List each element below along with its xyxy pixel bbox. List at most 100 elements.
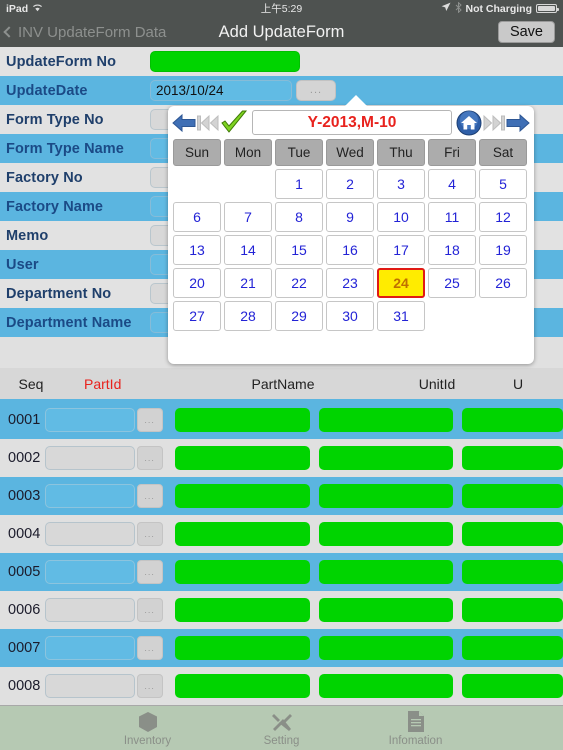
calendar-day-cell[interactable]: 15 bbox=[275, 235, 323, 265]
calendar-day-cell[interactable]: 26 bbox=[479, 268, 527, 298]
cell-part-id-picker-button[interactable]: ... bbox=[136, 522, 163, 546]
calendar-day-cell[interactable]: 6 bbox=[173, 202, 221, 232]
cell-unit-id-input[interactable] bbox=[319, 674, 454, 698]
cell-unit-id-input[interactable] bbox=[319, 484, 454, 508]
calendar-day-cell[interactable]: 24 bbox=[377, 268, 425, 298]
cell-part-id-input[interactable] bbox=[44, 522, 135, 546]
tab-setting[interactable]: Setting bbox=[236, 710, 328, 747]
calendar-day-cell[interactable]: 27 bbox=[173, 301, 221, 331]
calendar-day-cell[interactable]: 20 bbox=[173, 268, 221, 298]
blue-right-arrow-icon[interactable] bbox=[506, 112, 530, 134]
calendar-day-cell[interactable]: 3 bbox=[377, 169, 425, 199]
calendar-day-cell[interactable]: 12 bbox=[479, 202, 527, 232]
calendar-day-cell[interactable]: 28 bbox=[224, 301, 272, 331]
calendar-day-cell[interactable]: 11 bbox=[428, 202, 476, 232]
form-field-picker-button[interactable]: ... bbox=[296, 80, 336, 101]
tab-label: Infomation bbox=[388, 734, 443, 747]
calendar-day-cell[interactable]: 23 bbox=[326, 268, 374, 298]
cell-part-id-picker-button[interactable]: ... bbox=[136, 560, 163, 584]
cell-part-id-input[interactable] bbox=[44, 446, 135, 470]
cell-seq: 0002 bbox=[8, 450, 41, 466]
double-right-arrow-icon[interactable] bbox=[483, 113, 505, 133]
calendar-day-cell[interactable]: 29 bbox=[275, 301, 323, 331]
save-button[interactable]: Save bbox=[497, 21, 555, 43]
cell-part-id-picker-button[interactable]: ... bbox=[136, 598, 163, 622]
cell-unit-id-input[interactable] bbox=[319, 598, 454, 622]
calendar-day-cell[interactable]: 8 bbox=[275, 202, 323, 232]
blue-left-arrow-icon[interactable] bbox=[172, 112, 196, 134]
calendar-day-cell[interactable]: 18 bbox=[428, 235, 476, 265]
cell-extra-input[interactable] bbox=[462, 598, 563, 622]
cell-part-id-picker-button[interactable]: ... bbox=[136, 674, 163, 698]
calendar-day-cell[interactable]: 13 bbox=[173, 235, 221, 265]
calendar-day-cell[interactable]: 7 bbox=[224, 202, 272, 232]
green-check-icon[interactable] bbox=[220, 110, 248, 136]
cell-part-id-input[interactable] bbox=[44, 674, 135, 698]
table-row: 0002... bbox=[0, 439, 563, 477]
cell-unit-id-input[interactable] bbox=[319, 408, 454, 432]
double-left-arrow-icon[interactable] bbox=[197, 113, 219, 133]
cell-part-id-input[interactable] bbox=[44, 636, 135, 660]
calendar-weekday-fri: Fri bbox=[428, 139, 476, 166]
cell-part-name-input[interactable] bbox=[174, 560, 311, 584]
cell-part-id-input[interactable] bbox=[44, 484, 135, 508]
cell-part-id-picker-button[interactable]: ... bbox=[136, 484, 163, 508]
cell-part-id-picker-button[interactable]: ... bbox=[136, 446, 163, 470]
form-field-input[interactable] bbox=[150, 51, 300, 72]
cell-extra-input[interactable] bbox=[462, 674, 563, 698]
calendar-popup-pointer bbox=[344, 95, 368, 107]
calendar-day-cell[interactable]: 22 bbox=[275, 268, 323, 298]
cell-part-name-input[interactable] bbox=[174, 408, 311, 432]
cell-unit-id-input[interactable] bbox=[319, 522, 454, 546]
cell-part-name-input[interactable] bbox=[174, 522, 311, 546]
document-icon bbox=[370, 710, 462, 734]
cell-part-id-input[interactable] bbox=[44, 598, 135, 622]
cell-unit-id-input[interactable] bbox=[319, 560, 454, 584]
cell-part-id-input[interactable] bbox=[44, 408, 135, 432]
cell-extra-input[interactable] bbox=[462, 446, 563, 470]
cell-part-name-input[interactable] bbox=[174, 446, 311, 470]
form-field-input[interactable]: 2013/10/24 bbox=[150, 80, 292, 101]
cell-extra-input[interactable] bbox=[462, 484, 563, 508]
tools-icon bbox=[236, 710, 328, 734]
charge-status-label: Not Charging bbox=[465, 2, 533, 15]
calendar-day-cell[interactable]: 10 bbox=[377, 202, 425, 232]
calendar-weekday-tue: Tue bbox=[275, 139, 323, 166]
calendar-day-cell[interactable]: 25 bbox=[428, 268, 476, 298]
tab-infomation[interactable]: Infomation bbox=[370, 710, 462, 747]
home-icon[interactable] bbox=[456, 110, 482, 136]
calendar-day-cell[interactable]: 14 bbox=[224, 235, 272, 265]
cell-part-name-input[interactable] bbox=[174, 598, 311, 622]
tab-label: Setting bbox=[263, 734, 300, 747]
calendar-day-cell[interactable]: 31 bbox=[377, 301, 425, 331]
status-bar-right: Not Charging bbox=[441, 1, 559, 16]
calendar-day-cell[interactable]: 19 bbox=[479, 235, 527, 265]
table-body: 0001... 0002... 0003... 0004... 0005... 0006.… bbox=[0, 401, 563, 705]
cell-part-name-input[interactable] bbox=[174, 636, 311, 660]
column-header-part-name: PartName bbox=[251, 375, 315, 392]
form-field-label: Factory Name bbox=[6, 198, 104, 215]
cell-part-name-input[interactable] bbox=[174, 674, 311, 698]
calendar-day-cell[interactable]: 21 bbox=[224, 268, 272, 298]
calendar-day-cell[interactable]: 1 bbox=[275, 169, 323, 199]
cell-unit-id-input[interactable] bbox=[319, 636, 454, 660]
calendar-day-cell[interactable]: 5 bbox=[479, 169, 527, 199]
calendar-day-cell[interactable]: 4 bbox=[428, 169, 476, 199]
calendar-day-empty bbox=[428, 301, 476, 331]
cell-part-name-input[interactable] bbox=[174, 484, 311, 508]
tab-inventory[interactable]: Inventory bbox=[102, 710, 194, 747]
cell-extra-input[interactable] bbox=[462, 522, 563, 546]
cell-seq: 0005 bbox=[8, 564, 41, 580]
calendar-day-cell[interactable]: 9 bbox=[326, 202, 374, 232]
cell-part-id-picker-button[interactable]: ... bbox=[136, 408, 163, 432]
calendar-day-cell[interactable]: 16 bbox=[326, 235, 374, 265]
calendar-day-cell[interactable]: 17 bbox=[377, 235, 425, 265]
calendar-day-cell[interactable]: 30 bbox=[326, 301, 374, 331]
cell-extra-input[interactable] bbox=[462, 408, 563, 432]
cell-unit-id-input[interactable] bbox=[319, 446, 454, 470]
cell-extra-input[interactable] bbox=[462, 560, 563, 584]
cell-part-id-picker-button[interactable]: ... bbox=[136, 636, 163, 660]
cell-part-id-input[interactable] bbox=[44, 560, 135, 584]
calendar-day-cell[interactable]: 2 bbox=[326, 169, 374, 199]
cell-extra-input[interactable] bbox=[462, 636, 563, 660]
